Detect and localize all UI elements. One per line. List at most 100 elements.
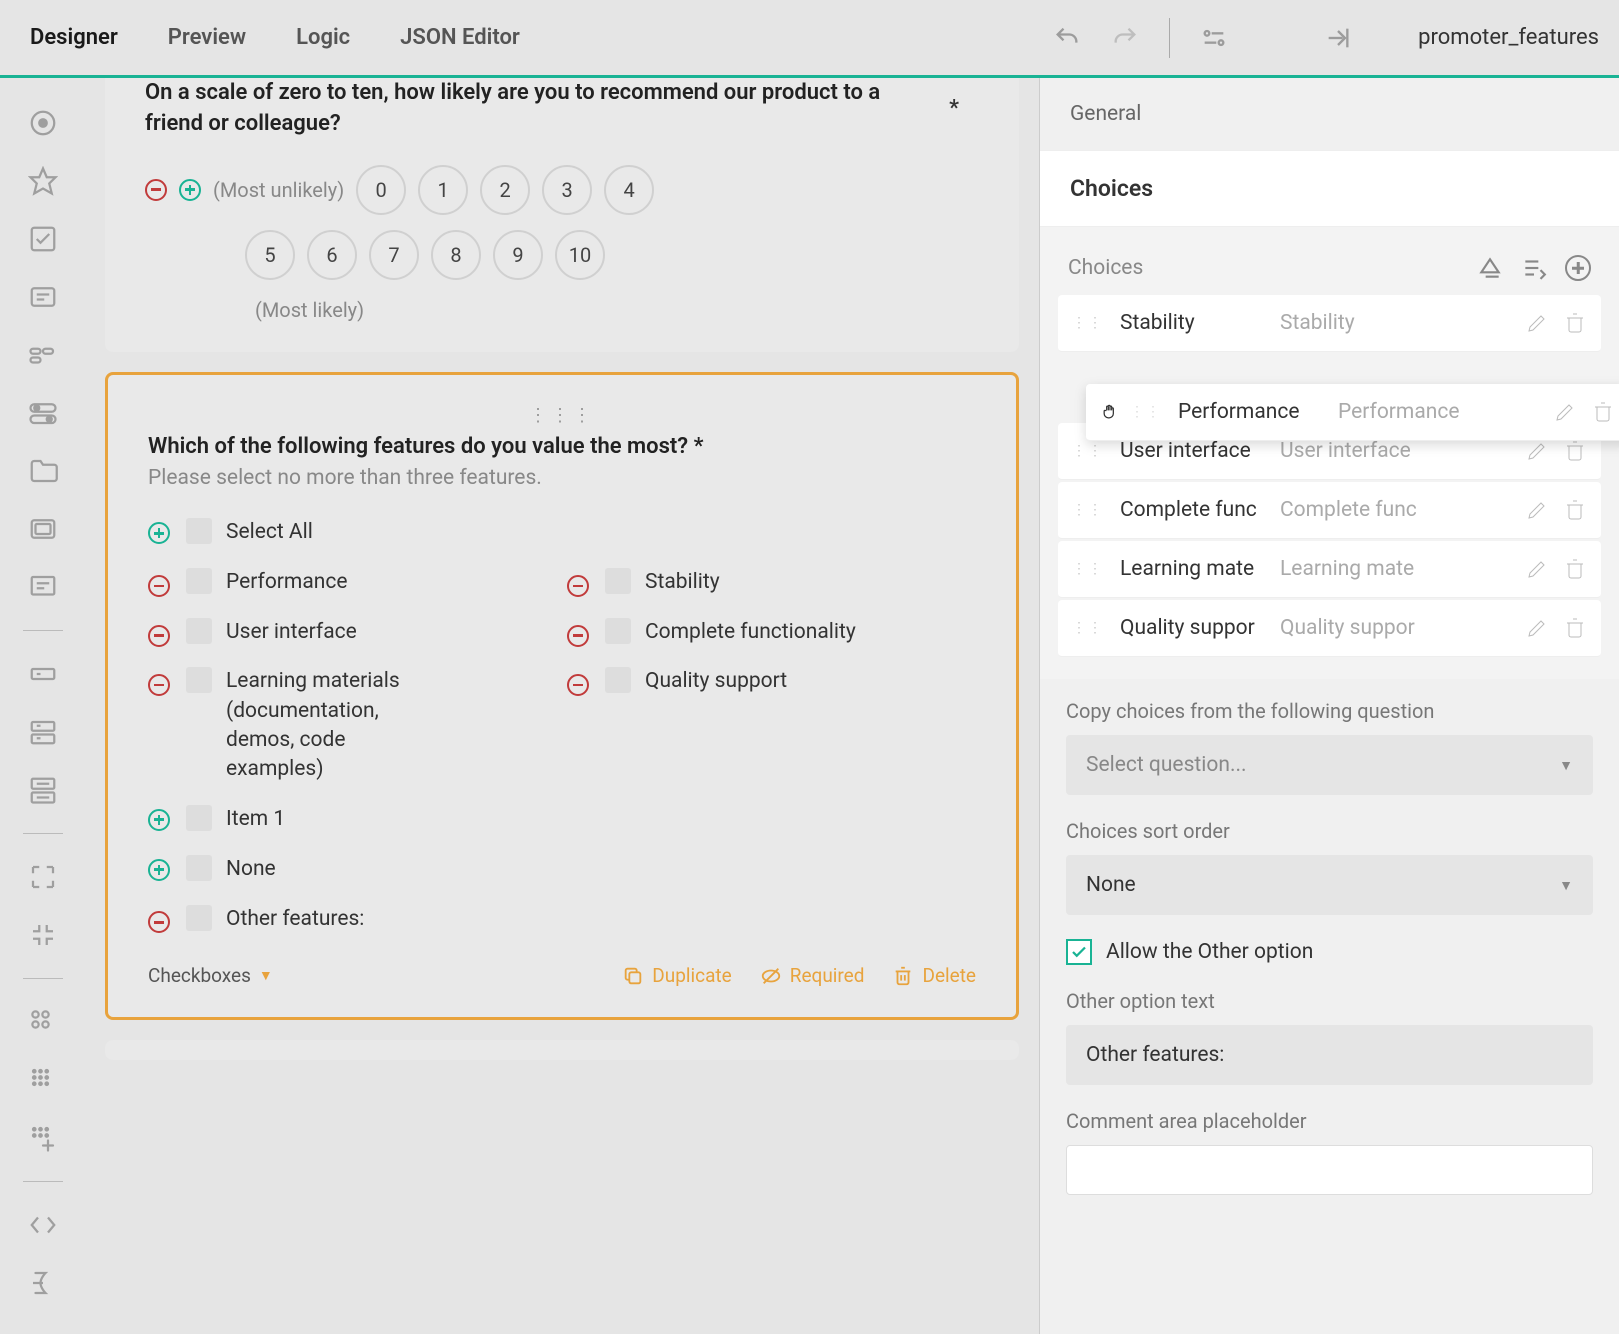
file-icon[interactable] <box>28 456 58 486</box>
grip-icon[interactable]: ⋮⋮ <box>1072 320 1120 326</box>
option-label[interactable]: User interface <box>226 618 357 647</box>
nps-question[interactable]: On a scale of zero to ten, how likely ar… <box>105 78 1019 352</box>
add-icon[interactable] <box>148 522 170 544</box>
choice-value[interactable]: Stability <box>1270 311 1525 335</box>
checkbox-box[interactable] <box>186 618 212 644</box>
min-label[interactable]: (Most unlikely) <box>213 178 344 202</box>
grip-icon[interactable]: ⋮⋮ <box>1130 409 1178 415</box>
remove-icon[interactable] <box>148 575 170 597</box>
boolean-icon[interactable] <box>28 398 58 428</box>
question-type-selector[interactable]: Checkboxes ▼ <box>148 964 273 987</box>
next-question-placeholder[interactable] <box>105 1040 1019 1060</box>
nps-0[interactable]: 0 <box>356 165 406 215</box>
tab-designer[interactable]: Designer <box>30 25 118 50</box>
choice-text[interactable]: User interface <box>1120 439 1270 463</box>
checkbox-box[interactable] <box>186 568 212 594</box>
grip-icon[interactable]: ⋮⋮ <box>1072 448 1120 454</box>
batch-edit-icon[interactable] <box>1521 255 1547 281</box>
expand-icon[interactable] <box>28 862 58 892</box>
add-icon[interactable] <box>148 809 170 831</box>
max-label[interactable]: (Most likely) <box>255 298 979 322</box>
copy-choices-select[interactable]: Select question... ▼ <box>1066 735 1593 795</box>
checkbox-box[interactable] <box>605 618 631 644</box>
remove-icon[interactable] <box>145 179 167 201</box>
choice-value[interactable]: Learning mate <box>1270 557 1525 581</box>
comment-placeholder-input[interactable] <box>1066 1145 1593 1195</box>
remove-icon[interactable] <box>567 625 589 647</box>
settings-icon[interactable] <box>1200 24 1228 52</box>
choice-item-learning[interactable]: ⋮⋮ Learning mate Learning mate <box>1058 541 1601 598</box>
add-icon[interactable] <box>148 859 170 881</box>
checkbox-title[interactable]: Which of the following features do you v… <box>148 432 976 463</box>
choice-text[interactable]: Performance <box>1178 400 1328 424</box>
option-label[interactable]: Other features: <box>226 905 364 934</box>
choice-value[interactable]: Complete func <box>1270 498 1525 522</box>
redo-icon[interactable] <box>1111 24 1139 52</box>
required-button[interactable]: Required <box>760 964 865 987</box>
trash-icon[interactable] <box>1563 439 1587 463</box>
nps-title[interactable]: On a scale of zero to ten, how likely ar… <box>145 78 979 140</box>
undo-icon[interactable] <box>1053 24 1081 52</box>
nps-9[interactable]: 9 <box>493 230 543 280</box>
option-label[interactable]: None <box>226 855 276 884</box>
html-icon[interactable] <box>28 1210 58 1240</box>
tab-logic[interactable]: Logic <box>296 25 350 50</box>
matrix-dynamic-icon[interactable] <box>28 1123 58 1153</box>
checkbox-box[interactable] <box>186 518 212 544</box>
option-other[interactable]: Other features: <box>148 905 976 934</box>
choice-text[interactable]: Learning mate <box>1120 557 1270 581</box>
edit-icon[interactable] <box>1525 616 1549 640</box>
option-select-all[interactable]: Select All <box>148 518 976 548</box>
option-learning[interactable]: Learning materials (documentation, demos… <box>148 667 557 785</box>
trash-icon[interactable] <box>1563 498 1587 522</box>
remove-icon[interactable] <box>148 674 170 696</box>
edit-icon[interactable] <box>1553 400 1577 424</box>
allow-other-checkbox[interactable]: Allow the Other option <box>1066 939 1593 965</box>
option-complete[interactable]: Complete functionality <box>567 618 976 647</box>
choice-value[interactable]: Performance <box>1328 400 1553 424</box>
remove-icon[interactable] <box>148 625 170 647</box>
add-choice-icon[interactable] <box>1565 255 1591 281</box>
grip-icon[interactable]: ⋮⋮ <box>1072 507 1120 513</box>
option-stability[interactable]: Stability <box>567 568 976 597</box>
sort-order-select[interactable]: None ▼ <box>1066 855 1593 915</box>
tab-preview[interactable]: Preview <box>168 25 246 50</box>
remove-icon[interactable] <box>148 911 170 933</box>
option-label[interactable]: Item 1 <box>226 805 285 834</box>
edit-icon[interactable] <box>1525 498 1549 522</box>
nps-7[interactable]: 7 <box>369 230 419 280</box>
choice-item-stability[interactable]: ⋮⋮ Stability Stability <box>1058 295 1601 352</box>
nps-2[interactable]: 2 <box>480 165 530 215</box>
matrix-dropdown-icon[interactable] <box>28 1065 58 1095</box>
text-icon[interactable] <box>28 659 58 689</box>
choice-item-support[interactable]: ⋮⋮ Quality suppor Quality suppor <box>1058 600 1601 657</box>
checkbox-box[interactable] <box>186 855 212 881</box>
clear-icon[interactable] <box>1477 255 1503 281</box>
comment-icon[interactable] <box>28 572 58 602</box>
trash-icon[interactable] <box>1563 616 1587 640</box>
nps-1[interactable]: 1 <box>418 165 468 215</box>
checkbox-desc[interactable]: Please select no more than three feature… <box>148 466 976 490</box>
collapse-corners-icon[interactable] <box>28 920 58 950</box>
remove-icon[interactable] <box>567 674 589 696</box>
choice-value[interactable]: Quality suppor <box>1270 616 1525 640</box>
option-label[interactable]: Quality support <box>645 667 787 696</box>
checkbox-icon[interactable] <box>28 224 58 254</box>
choice-item-performance[interactable]: ⋮⋮ Performance Performance <box>1086 384 1619 441</box>
nps-6[interactable]: 6 <box>307 230 357 280</box>
radiogroup-icon[interactable] <box>28 108 58 138</box>
general-section-header[interactable]: General <box>1040 78 1619 150</box>
collapse-icon[interactable] <box>1324 24 1352 52</box>
nps-8[interactable]: 8 <box>431 230 481 280</box>
grip-icon[interactable]: ⋮⋮ <box>1072 625 1120 631</box>
option-label[interactable]: Complete functionality <box>645 618 856 647</box>
expression-icon[interactable] <box>28 1268 58 1298</box>
choice-value[interactable]: User interface <box>1270 439 1525 463</box>
nps-3[interactable]: 3 <box>542 165 592 215</box>
option-support[interactable]: Quality support <box>567 667 976 785</box>
drag-handle-icon[interactable]: ⋮⋮⋮ <box>148 405 976 432</box>
option-performance[interactable]: Performance <box>148 568 557 597</box>
edit-icon[interactable] <box>1525 557 1549 581</box>
trash-icon[interactable] <box>1563 557 1587 581</box>
matrix-icon[interactable] <box>28 1007 58 1037</box>
